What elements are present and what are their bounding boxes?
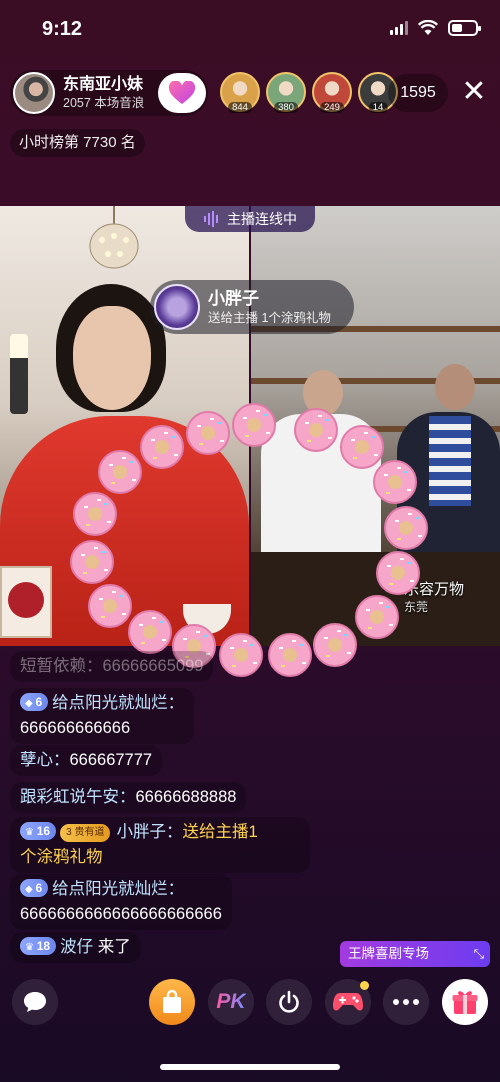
- shop-button[interactable]: [149, 979, 195, 1025]
- chat-text-continued: 个涂鸦礼物: [20, 848, 103, 866]
- wifi-icon: [418, 20, 438, 35]
- chat-text: 来了: [97, 938, 131, 956]
- chat-message[interactable]: 18波仔 来了: [10, 932, 141, 963]
- user-level-badge: 6: [20, 693, 49, 711]
- chat-username[interactable]: 短暂依赖: [20, 657, 86, 675]
- chat-username[interactable]: 给点阳光就灿烂: [52, 880, 168, 898]
- viewer-contribution: 380: [274, 102, 298, 113]
- notification-dot: [360, 981, 369, 990]
- host-video[interactable]: [0, 206, 249, 646]
- viewer-count[interactable]: 1595: [388, 74, 448, 112]
- chat-message[interactable]: 163 贵有道小胖子：送给主播1 个涂鸦礼物: [10, 817, 310, 873]
- user-level-badge: 16: [20, 822, 57, 840]
- battery-level: [452, 24, 462, 32]
- hourly-rank[interactable]: 小时榜第 7730 名: [10, 129, 145, 157]
- sound-wave-icon: [204, 211, 218, 227]
- promo-banner[interactable]: 王牌喜剧专场 ⤡: [340, 941, 490, 967]
- gift-box-icon: [452, 991, 478, 1014]
- guest-figure-1: [261, 414, 381, 554]
- comment-button[interactable]: [12, 979, 58, 1025]
- power-button[interactable]: [266, 979, 312, 1025]
- status-icons: [390, 20, 481, 36]
- chat-text: 666666666666: [20, 719, 131, 737]
- chandelier-image: [89, 206, 139, 269]
- flower-frame-image: [0, 566, 52, 638]
- viewer-contribution: 14: [368, 102, 388, 113]
- game-button[interactable]: [325, 979, 371, 1025]
- chat-message[interactable]: 6给点阳光就灿烂： 6666666666666666666666: [10, 874, 232, 930]
- chat-message[interactable]: 短暂依赖：66666665099: [10, 651, 214, 682]
- viewer-contribution: 249: [320, 102, 344, 113]
- home-indicator[interactable]: [160, 1064, 340, 1070]
- cellular-signal-icon: [390, 21, 408, 35]
- close-icon[interactable]: ✕: [460, 74, 488, 110]
- gift-sender-avatar[interactable]: [154, 284, 200, 330]
- pk-label: PK: [216, 990, 246, 1013]
- guest-face-1: [303, 370, 343, 416]
- viewer-avatar[interactable]: 844: [220, 72, 260, 113]
- chat-username[interactable]: 孽心: [20, 751, 53, 769]
- viewer-contribution: 844: [228, 102, 252, 113]
- battery-icon: [448, 20, 481, 36]
- chat-message[interactable]: 跟彩虹说午安：66666688888: [10, 782, 247, 813]
- chat-username[interactable]: 给点阳光就灿烂: [52, 694, 168, 712]
- top-viewers[interactable]: 844 380 249 14: [220, 72, 398, 113]
- gift-description: 送给主播 1个涂鸦礼物: [208, 311, 331, 325]
- chat-message[interactable]: 6给点阳光就灿烂： 666666666666: [10, 688, 195, 744]
- status-time: 9:12: [42, 18, 83, 40]
- host-avatar[interactable]: [13, 72, 55, 114]
- host-name: 东南亚小妹: [63, 75, 144, 93]
- floor-lamp-image: [10, 334, 28, 414]
- guest-shirt-2: [429, 416, 471, 506]
- chat-text: 6666666666666666666666: [20, 905, 222, 923]
- chat-username[interactable]: 跟彩虹说午安: [20, 788, 119, 806]
- tea-table: [251, 552, 500, 646]
- guest-face-2: [435, 364, 475, 410]
- gamepad-icon: [333, 993, 363, 1011]
- more-icon: [393, 999, 419, 1005]
- chat-text: 66666665099: [102, 657, 204, 675]
- gift-button[interactable]: [442, 979, 488, 1025]
- host-subtitle: 2057 本场音浪: [63, 95, 145, 110]
- chat-username[interactable]: 小胖子: [116, 823, 166, 841]
- chat-text: 66666688888: [135, 788, 237, 806]
- heart-icon: [168, 81, 196, 104]
- chat-message[interactable]: 孽心：666667777: [10, 745, 163, 776]
- more-button[interactable]: [383, 979, 429, 1025]
- chat-bubble-icon: [24, 992, 46, 1012]
- power-icon: [279, 990, 299, 1013]
- noble-badge: 3 贵有道: [60, 824, 111, 842]
- chat-text: 送给主播1: [182, 823, 258, 841]
- mic-link-badge[interactable]: 主播连线中: [185, 206, 315, 232]
- viewer-avatar[interactable]: 249: [312, 72, 352, 113]
- viewer-avatar[interactable]: 380: [266, 72, 306, 113]
- guest-city: 东莞: [404, 600, 429, 614]
- chat-text: 666667777: [69, 751, 153, 769]
- host-face: [73, 306, 151, 410]
- user-level-badge: 18: [20, 937, 57, 955]
- promo-label: 王牌喜剧专场: [348, 946, 429, 961]
- guest-name[interactable]: 乐容万物: [404, 578, 464, 599]
- gift-banner[interactable]: 小胖子 送给主播 1个涂鸦礼物: [150, 280, 354, 334]
- shopping-bag-icon: [163, 989, 181, 1013]
- gift-sender-name: 小胖子: [208, 289, 259, 308]
- expand-icon: ⤡: [473, 946, 484, 961]
- user-level-badge: 6: [20, 879, 49, 897]
- pk-button[interactable]: PK: [208, 979, 254, 1025]
- follow-button[interactable]: [158, 73, 206, 113]
- mic-link-label: 主播连线中: [227, 211, 297, 227]
- chat-username[interactable]: 波仔: [60, 938, 93, 956]
